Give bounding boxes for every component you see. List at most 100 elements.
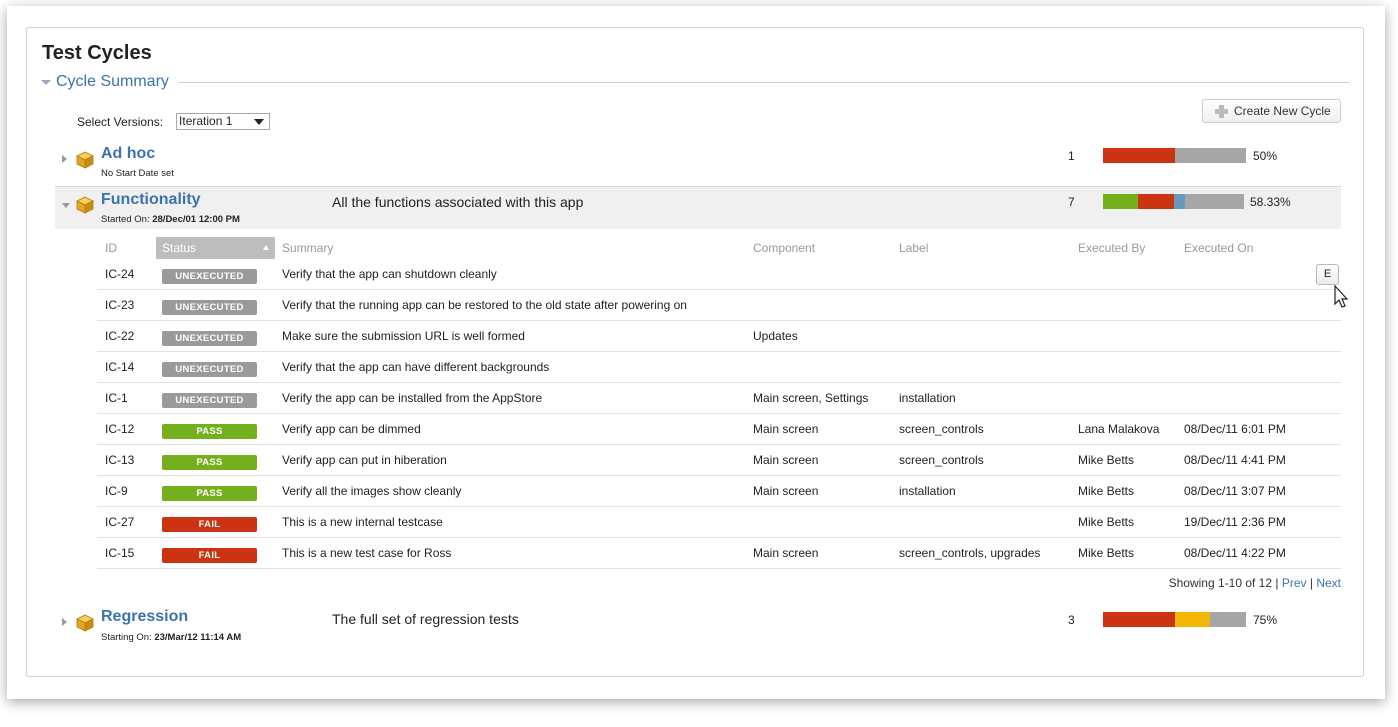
- prev-link[interactable]: Prev: [1282, 576, 1307, 590]
- cell-id[interactable]: IC-12: [105, 422, 134, 436]
- cell-id[interactable]: IC-27: [105, 515, 134, 529]
- cell-summary: Verify all the images show cleanly: [282, 484, 462, 498]
- status-badge[interactable]: PASS: [162, 424, 257, 439]
- cell-summary: Verify that the app can shutdown cleanly: [282, 267, 497, 281]
- cell-executed-by: Mike Betts: [1078, 515, 1135, 529]
- col-summary[interactable]: Summary: [282, 241, 333, 255]
- cell-executed-by: Mike Betts: [1078, 484, 1135, 498]
- cycle-box-icon: [76, 614, 94, 632]
- status-badge[interactable]: FAIL: [162, 548, 257, 563]
- status-badge[interactable]: FAIL: [162, 517, 257, 532]
- cell-id[interactable]: IC-15: [105, 546, 134, 560]
- cycle-progress-bar: [1103, 194, 1244, 209]
- table-row[interactable]: IC-27 This is a new internal testcase Mike…: [97, 507, 1341, 538]
- cell-component: Main screen: [753, 453, 819, 467]
- cell-component: Main screen: [753, 484, 819, 498]
- create-new-cycle-button[interactable]: Create New Cycle: [1202, 99, 1341, 123]
- cell-executed-by: Lana Malakova: [1078, 422, 1160, 436]
- status-badge[interactable]: UNEXECUTED: [162, 393, 257, 408]
- table-row[interactable]: IC-13 Verify app can put in hiberation Mai…: [97, 445, 1341, 476]
- cell-id[interactable]: IC-22: [105, 329, 134, 343]
- status-badge[interactable]: UNEXECUTED: [162, 269, 257, 284]
- cycle-row-regression[interactable]: Regression Starting On: 23/Mar/12 11:14 …: [55, 605, 1341, 647]
- progress-segment: [1138, 194, 1174, 209]
- status-badge[interactable]: PASS: [162, 486, 257, 501]
- cycle-progress-bar: [1103, 612, 1246, 627]
- collapse-arrow-icon[interactable]: [62, 203, 70, 208]
- cell-summary: Verify app can put in hiberation: [282, 453, 447, 467]
- section-divider: [178, 81, 1349, 83]
- cell-label: screen_controls: [899, 453, 984, 467]
- cell-id[interactable]: IC-24: [105, 267, 134, 281]
- collapse-triangle-icon[interactable]: [41, 79, 51, 85]
- cell-executed-on: 08/Dec/11 4:22 PM: [1184, 546, 1286, 560]
- cycle-name[interactable]: Functionality: [101, 191, 201, 209]
- create-new-cycle-label: Create New Cycle: [1234, 104, 1331, 118]
- col-status-label: Status: [162, 241, 197, 255]
- table-row[interactable]: IC-9 Verify all the images show cleanly Ma…: [97, 476, 1341, 507]
- mouse-cursor-icon: [1334, 285, 1349, 308]
- version-label: Select Versions:: [77, 114, 164, 129]
- next-link[interactable]: Next: [1316, 576, 1341, 590]
- section-title: Cycle Summary: [56, 73, 169, 90]
- cycle-date-prefix: No Start Date set: [101, 168, 174, 179]
- status-badge[interactable]: PASS: [162, 455, 257, 470]
- sort-up-icon: [263, 245, 269, 250]
- table-row[interactable]: IC-14 Verify that the app can have differ…: [97, 352, 1341, 383]
- cycle-box-icon: [76, 196, 94, 214]
- table-row[interactable]: IC-22 Make sure the submission URL is wel…: [97, 321, 1341, 352]
- table-row[interactable]: IC-12 Verify app can be dimmed Main screen…: [97, 414, 1341, 445]
- table-row[interactable]: IC-23 Verify that the running app can be …: [97, 290, 1341, 321]
- plus-icon: [1215, 104, 1228, 118]
- cycle-date: No Start Date set: [101, 168, 174, 179]
- table-row[interactable]: IC-24 Verify that the app can shutdown cl…: [97, 259, 1341, 290]
- cycle-date-prefix: Starting On:: [101, 632, 155, 643]
- progress-segment: [1174, 148, 1246, 163]
- status-badge[interactable]: UNEXECUTED: [162, 362, 257, 377]
- cell-executed-by: Mike Betts: [1078, 453, 1135, 467]
- table-row[interactable]: IC-15 This is a new test case for Ross Mai…: [97, 538, 1341, 569]
- cell-id[interactable]: IC-14: [105, 360, 134, 374]
- pagination: Showing 1-10 of 12 | Prev | Next: [1169, 576, 1341, 590]
- cycle-row-functionality[interactable]: Functionality Started On: 28/Dec/01 12:0…: [55, 186, 1341, 229]
- cell-id[interactable]: IC-9: [105, 484, 128, 498]
- cell-id[interactable]: IC-1: [105, 391, 128, 405]
- cycle-progress-bar: [1103, 148, 1246, 163]
- cell-id[interactable]: IC-23: [105, 298, 134, 312]
- cell-label: screen_controls: [899, 422, 984, 436]
- expand-arrow-icon[interactable]: [62, 155, 67, 163]
- pagination-separator: |: [1306, 576, 1317, 590]
- cycle-name[interactable]: Ad hoc: [101, 145, 155, 163]
- col-label[interactable]: Label: [899, 241, 928, 255]
- status-badge[interactable]: UNEXECUTED: [162, 300, 257, 315]
- col-executed-on[interactable]: Executed On: [1184, 241, 1253, 255]
- cycle-percent: 50%: [1253, 149, 1278, 163]
- cycle-box-icon: [76, 151, 94, 169]
- cell-summary: Verify that the running app can be resto…: [282, 298, 687, 312]
- col-component[interactable]: Component: [753, 241, 815, 255]
- cycle-description: All the functions associated with this a…: [332, 194, 584, 210]
- cycle-percent: 58.33%: [1250, 195, 1291, 209]
- status-badge[interactable]: UNEXECUTED: [162, 331, 257, 346]
- col-executed-by[interactable]: Executed By: [1078, 241, 1145, 255]
- cell-executed-on: 19/Dec/11 2:36 PM: [1184, 515, 1286, 529]
- version-selected-value: Iteration 1: [179, 114, 233, 128]
- cycle-date-prefix: Started On:: [101, 214, 153, 225]
- col-id[interactable]: ID: [105, 241, 117, 255]
- dropdown-arrow-icon: [254, 119, 265, 125]
- cell-component: Main screen: [753, 546, 819, 560]
- cycle-name[interactable]: Regression: [101, 608, 188, 626]
- cell-id[interactable]: IC-13: [105, 453, 134, 467]
- row-edit-button[interactable]: E: [1316, 264, 1339, 285]
- expand-arrow-icon[interactable]: [62, 618, 67, 626]
- cell-summary: Verify the app can be installed from the…: [282, 391, 543, 405]
- cell-label: installation: [899, 391, 956, 405]
- col-status[interactable]: Status: [156, 237, 275, 259]
- table-header: ID Status Summary Component Label Execut…: [97, 237, 1341, 259]
- cycle-row-ad-hoc[interactable]: Ad hoc No Start Date set 1 50%: [55, 142, 1341, 184]
- cycle-summary-header[interactable]: Cycle Summary: [41, 72, 1349, 92]
- table-body: IC-24 Verify that the app can shutdown cl…: [97, 259, 1341, 569]
- progress-segment: [1103, 612, 1175, 627]
- version-select[interactable]: Iteration 1: [176, 113, 271, 130]
- table-row[interactable]: IC-1 Verify the app can be installed from…: [97, 383, 1341, 414]
